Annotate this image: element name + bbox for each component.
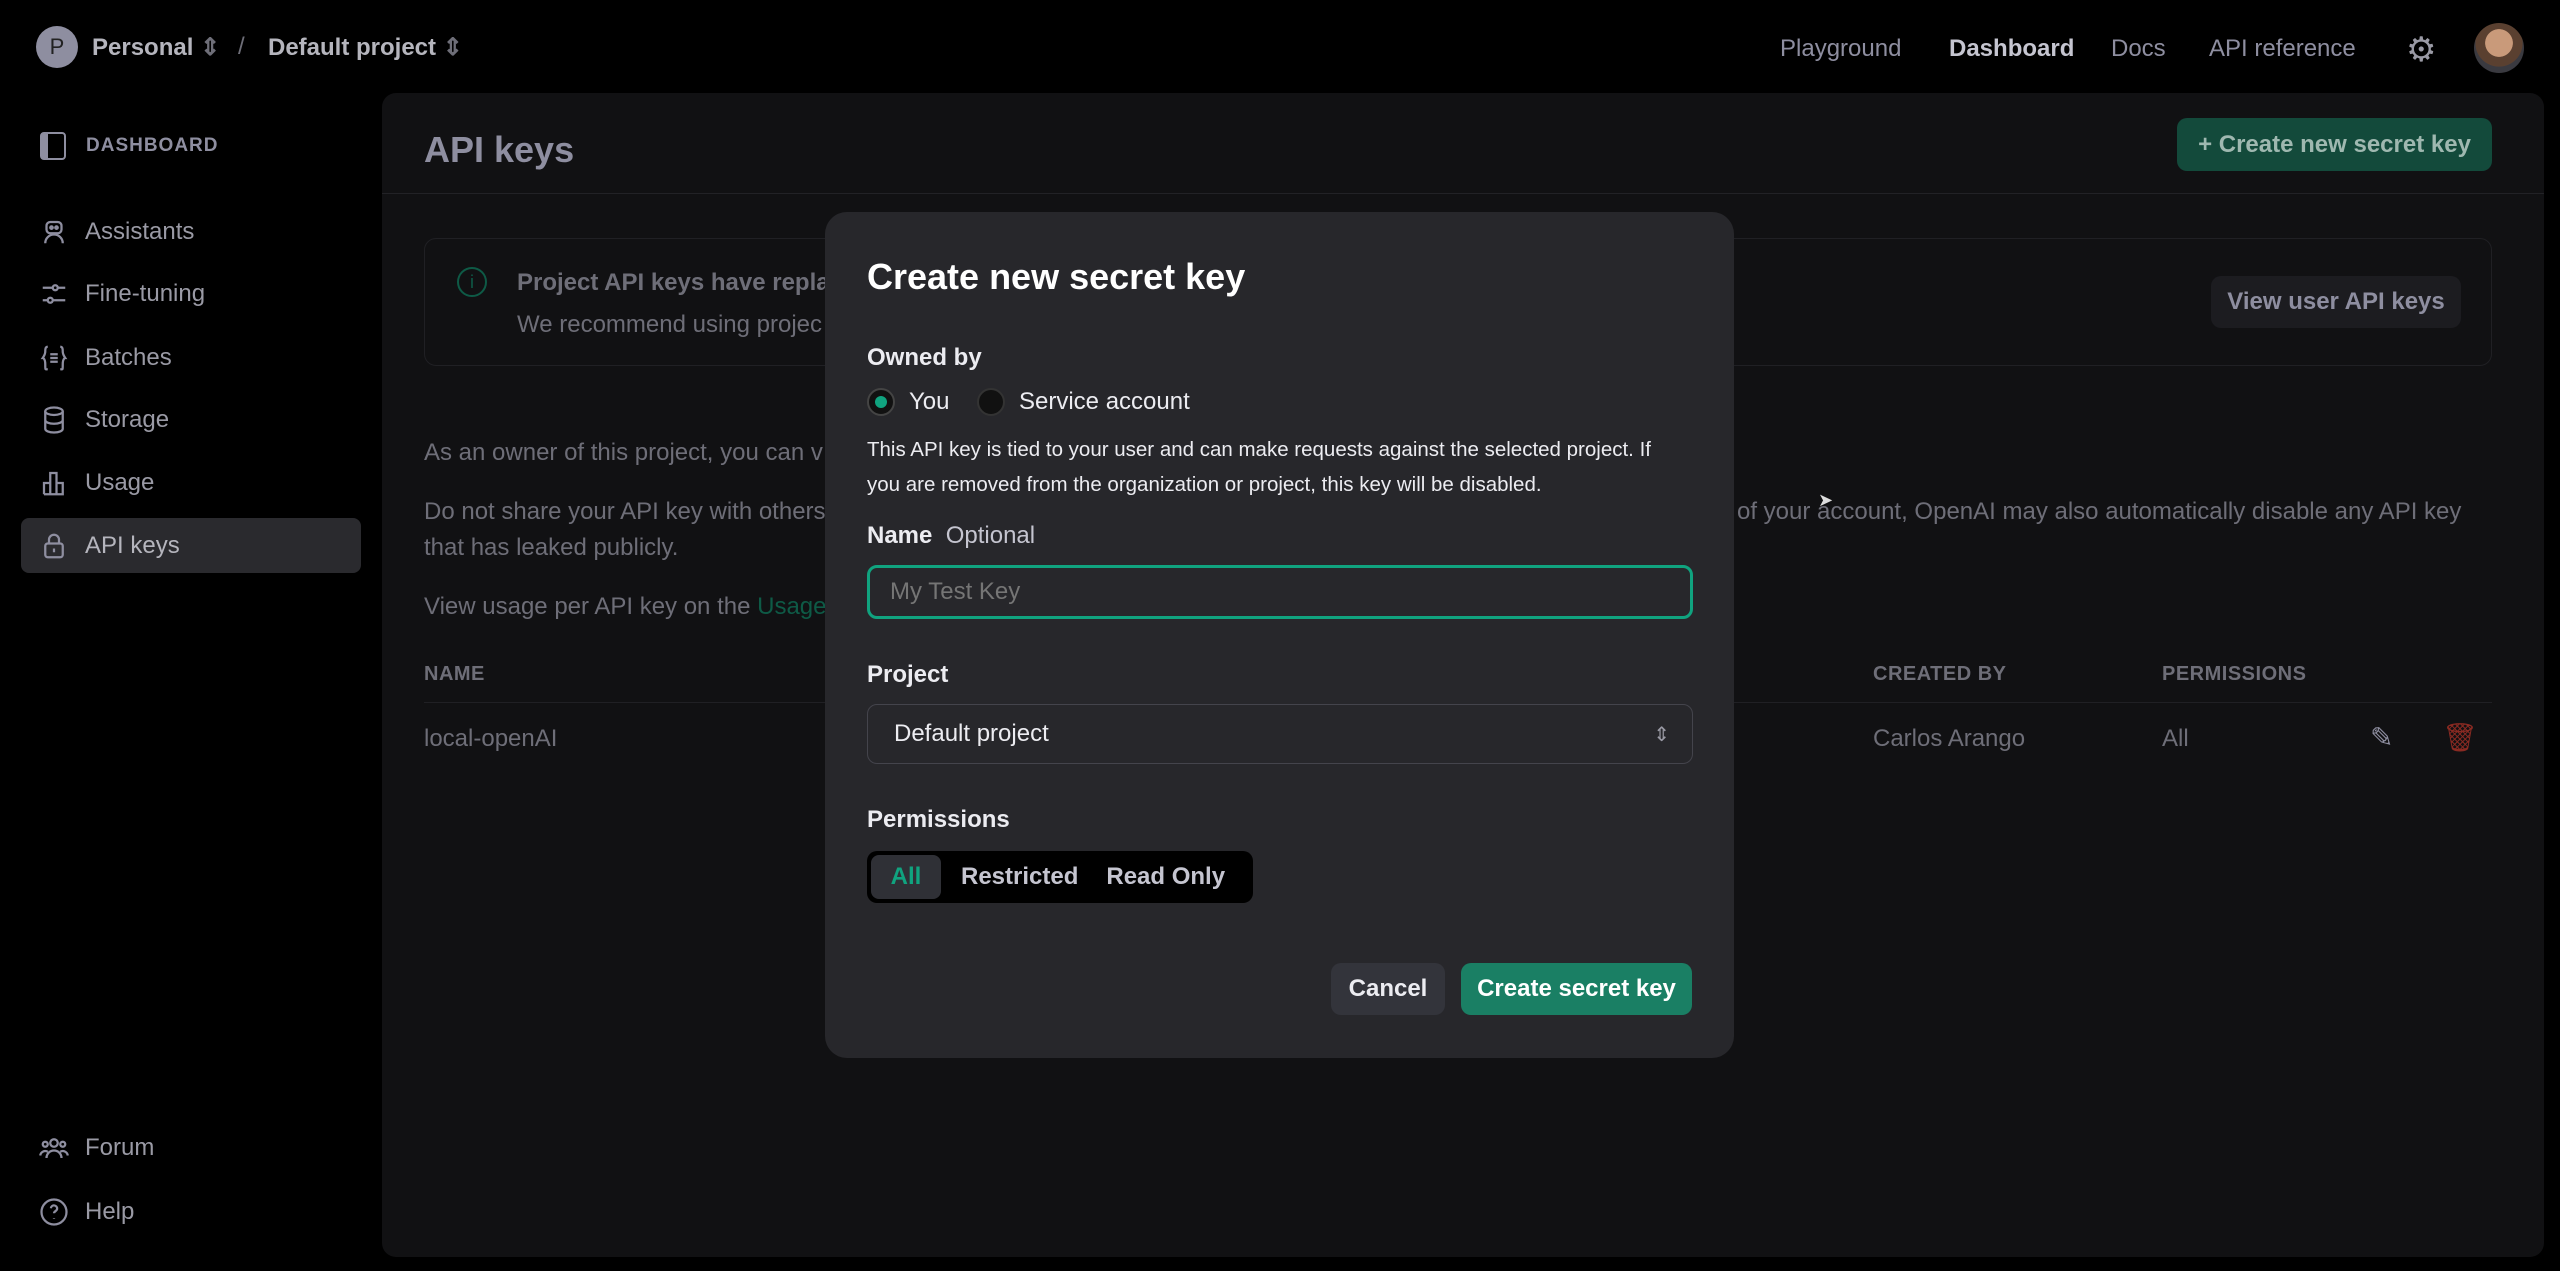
create-new-secret-key-button[interactable]: + Create new secret key — [2177, 118, 2492, 171]
chevron-updown-icon: ⇕ — [200, 34, 221, 61]
chevron-updown-icon: ⇕ — [442, 34, 463, 61]
sidebar-item-storage[interactable]: Storage — [21, 392, 361, 447]
header-divider — [382, 193, 2544, 194]
database-icon — [44, 405, 64, 434]
column-header-permissions: PERMISSIONS — [2162, 663, 2307, 685]
permission-option-restricted[interactable]: Restricted — [941, 863, 1098, 891]
key-name: local-openAI — [424, 725, 558, 752]
org-switcher[interactable]: Personal ⇕ — [92, 33, 220, 62]
create-secret-key-dialog: Create new secret key Owned by You Servi… — [825, 212, 1734, 1058]
sidebar-section-header[interactable]: DASHBOARD — [40, 132, 219, 160]
dialog-title: Create new secret key — [867, 256, 1246, 297]
nav-api-reference[interactable]: API reference — [2209, 35, 2356, 63]
name-input[interactable] — [867, 565, 1693, 619]
sidebar-item-batches[interactable]: Batches — [21, 330, 361, 385]
owner-radio-service-account[interactable]: Service account — [977, 388, 1190, 416]
owner-description-line2: you are removed from the organization or… — [867, 473, 1542, 496]
owner-description-line1: This API key is tied to your user and ca… — [867, 438, 1651, 461]
sidebar-item-label: Batches — [85, 343, 172, 371]
gear-icon[interactable]: ⚙ — [2406, 30, 2436, 70]
radio-label: Service account — [1019, 388, 1190, 415]
create-secret-key-button[interactable]: Create secret key — [1461, 963, 1692, 1015]
chevron-updown-icon: ⇕ — [1653, 723, 1670, 746]
usage-paragraph: View usage per API key on the Usage — [424, 593, 826, 621]
sidebar-item-assistants[interactable]: Assistants — [21, 204, 361, 259]
radio-selected-icon — [867, 388, 895, 416]
edit-icon[interactable]: ✎ — [2370, 721, 2393, 754]
help-icon — [40, 1197, 68, 1226]
usage-text: View usage per API key on the — [424, 593, 758, 620]
sidebar-item-fine-tuning[interactable]: Fine-tuning — [21, 266, 361, 321]
key-created-by: Carlos Arango — [1873, 725, 2026, 752]
column-header-created-by: CREATED BY — [1873, 663, 2007, 685]
braces-icon — [40, 345, 68, 370]
share-warning-end: of your account, OpenAI may also automat… — [1737, 498, 2462, 525]
share-warning-line2: that has leaked publicly. — [424, 534, 679, 561]
info-icon: i — [457, 267, 487, 297]
sidebar-item-label: Assistants — [85, 217, 195, 245]
org-name: Personal — [92, 34, 194, 61]
sidebar-section-label: DASHBOARD — [86, 135, 219, 156]
permission-option-all[interactable]: All — [871, 855, 941, 899]
permission-option-read-only[interactable]: Read Only — [1098, 863, 1233, 891]
project-select[interactable]: Default project ⇕ — [867, 704, 1693, 764]
robot-icon — [44, 220, 64, 243]
radio-label: You — [909, 388, 950, 415]
project-name: Default project — [268, 34, 437, 61]
nav-dashboard[interactable]: Dashboard — [1949, 35, 2074, 63]
sidebar-item-label: Storage — [85, 405, 170, 433]
column-header-name: NAME — [424, 663, 485, 685]
sidebar-item-label: Fine-tuning — [85, 279, 206, 307]
sidebar-item-label: Usage — [85, 468, 155, 496]
permissions-segmented-control: All Restricted Read Only — [867, 851, 1253, 903]
project-switcher[interactable]: Default project ⇕ — [268, 33, 463, 62]
permissions-label: Permissions — [867, 806, 1010, 833]
cancel-button[interactable]: Cancel — [1331, 963, 1445, 1015]
sidebar-item-api-keys[interactable]: API keys — [21, 518, 361, 573]
key-permissions: All — [2162, 725, 2189, 752]
name-label: Name Optional — [867, 522, 1035, 550]
sidebar-item-help[interactable]: Help — [21, 1184, 361, 1239]
banner-body: We recommend using projec — [517, 311, 823, 338]
bar-chart-icon — [42, 471, 64, 495]
radio-unselected-icon — [977, 388, 1005, 416]
org-avatar[interactable]: P — [36, 26, 78, 68]
sidebar-item-usage[interactable]: Usage — [21, 455, 361, 510]
project-select-value: Default project — [894, 720, 1049, 747]
nav-docs[interactable]: Docs — [2111, 35, 2166, 63]
sidebar-item-label: Help — [85, 1197, 135, 1225]
banner-title: Project API keys have replac — [517, 269, 843, 296]
sidebar-item-label: API keys — [85, 531, 180, 559]
page-title: API keys — [424, 129, 575, 170]
trash-icon[interactable]: 🗑︎ — [2442, 721, 2478, 754]
project-label: Project — [867, 661, 949, 688]
user-avatar[interactable] — [2474, 23, 2524, 73]
view-user-api-keys-button[interactable]: View user API keys — [2211, 276, 2461, 328]
name-label-text: Name — [867, 522, 933, 549]
users-icon — [39, 1137, 69, 1158]
sidebar-toggle-icon — [40, 132, 66, 160]
sliders-icon — [42, 283, 66, 304]
owner-paragraph: As an owner of this project, you can v — [424, 439, 823, 466]
usage-link[interactable]: Usage — [757, 593, 826, 620]
sidebar-item-label: Forum — [85, 1133, 155, 1161]
optional-hint: Optional — [945, 522, 1036, 549]
sidebar-item-forum[interactable]: Forum — [21, 1120, 361, 1175]
mouse-cursor-icon: ➤ — [1818, 490, 1834, 510]
owner-radio-you[interactable]: You — [867, 388, 950, 416]
breadcrumb-separator: / — [238, 33, 245, 60]
owned-by-label: Owned by — [867, 344, 982, 371]
share-warning-start: Do not share your API key with others — [424, 498, 826, 525]
lock-icon — [44, 533, 64, 558]
nav-playground[interactable]: Playground — [1780, 35, 1901, 63]
